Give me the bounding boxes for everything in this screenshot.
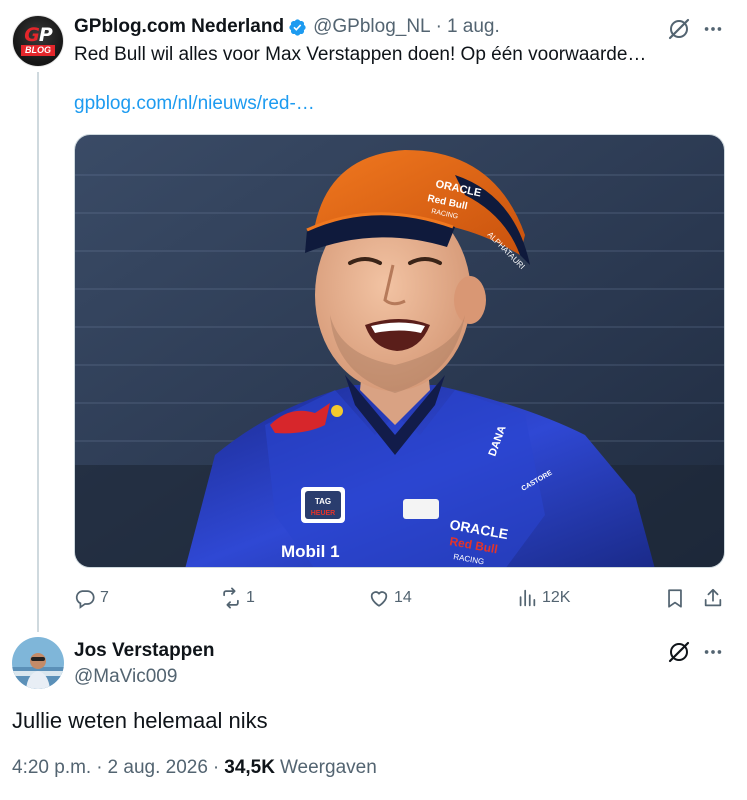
jos-avatar-photo bbox=[12, 637, 64, 689]
heart-icon bbox=[370, 591, 388, 607]
separator-dot: · bbox=[96, 757, 103, 778]
tweet-actions: 7 1 14 12K bbox=[74, 584, 725, 612]
tweet-text: Red Bull wil alles voor Max Verstappen d… bbox=[74, 44, 647, 65]
thread-line bbox=[37, 72, 39, 632]
tweet-text: Jullie weten helemaal niks bbox=[12, 708, 268, 733]
mobil-logo: Mobil 1 bbox=[281, 542, 340, 561]
article-link[interactable]: gpblog.com/nl/nieuws/red-… bbox=[74, 93, 315, 115]
avatar-logo-blog: BLOG bbox=[21, 45, 55, 56]
jos-avatar[interactable] bbox=[12, 637, 64, 689]
views-label: Weergaven bbox=[279, 757, 377, 778]
verified-badge-icon bbox=[289, 18, 306, 36]
avatar-logo-gp: GP bbox=[24, 24, 53, 46]
tweet-meta: 4:20 p.m. · 2 aug. 2026 · 34,5K Weergave… bbox=[12, 757, 377, 779]
separator-dot: · bbox=[212, 757, 220, 778]
separator-dot: · bbox=[435, 16, 442, 37]
like-count: 14 bbox=[394, 589, 412, 606]
tweet1-header: GPblog.com Nederland @GPblog_NL · 1 aug. bbox=[74, 15, 500, 39]
author-name[interactable]: GPblog.com Nederland bbox=[74, 16, 284, 38]
svg-text:HEUER: HEUER bbox=[311, 510, 336, 517]
tweet-time[interactable]: 1 aug. bbox=[447, 16, 500, 38]
more-icon[interactable] bbox=[702, 641, 724, 663]
repost-count: 1 bbox=[246, 589, 255, 606]
views-count: 12K bbox=[542, 589, 571, 606]
reply-icon bbox=[75, 590, 95, 609]
repost-button[interactable]: 1 bbox=[220, 584, 255, 612]
photo-illustration: ORACLE Red Bull RACING ALPHATAURI TAG HE… bbox=[75, 135, 724, 567]
grok-icon[interactable] bbox=[667, 640, 691, 664]
reply-count: 7 bbox=[100, 589, 109, 606]
author-handle[interactable]: @GPblog_NL bbox=[313, 16, 431, 38]
views-icon bbox=[519, 589, 536, 607]
reply-button[interactable]: 7 bbox=[74, 584, 109, 612]
author-handle[interactable]: @MaVic009 bbox=[74, 666, 177, 688]
tweet-date[interactable]: 2 aug. 2026 bbox=[108, 757, 208, 779]
tweet-time[interactable]: 4:20 p.m. bbox=[12, 757, 91, 779]
tweet-photo[interactable]: ORACLE Red Bull RACING ALPHATAURI TAG HE… bbox=[74, 134, 725, 568]
grok-icon[interactable] bbox=[667, 17, 691, 41]
views-total[interactable]: 34,5K bbox=[224, 757, 275, 779]
svg-text:TAG: TAG bbox=[315, 497, 331, 506]
more-icon[interactable] bbox=[702, 18, 724, 40]
views-button[interactable]: 12K bbox=[516, 584, 570, 612]
author-name[interactable]: Jos Verstappen bbox=[74, 640, 214, 662]
share-button[interactable] bbox=[702, 584, 728, 612]
bookmark-button[interactable] bbox=[664, 584, 690, 612]
repost-icon bbox=[223, 587, 239, 609]
gpblog-avatar[interactable]: GP BLOG bbox=[12, 15, 64, 67]
share-icon bbox=[704, 588, 722, 607]
like-button[interactable]: 14 bbox=[368, 584, 412, 612]
bookmark-icon bbox=[668, 589, 682, 608]
tag-heuer-badge: TAG HEUER bbox=[301, 487, 345, 523]
